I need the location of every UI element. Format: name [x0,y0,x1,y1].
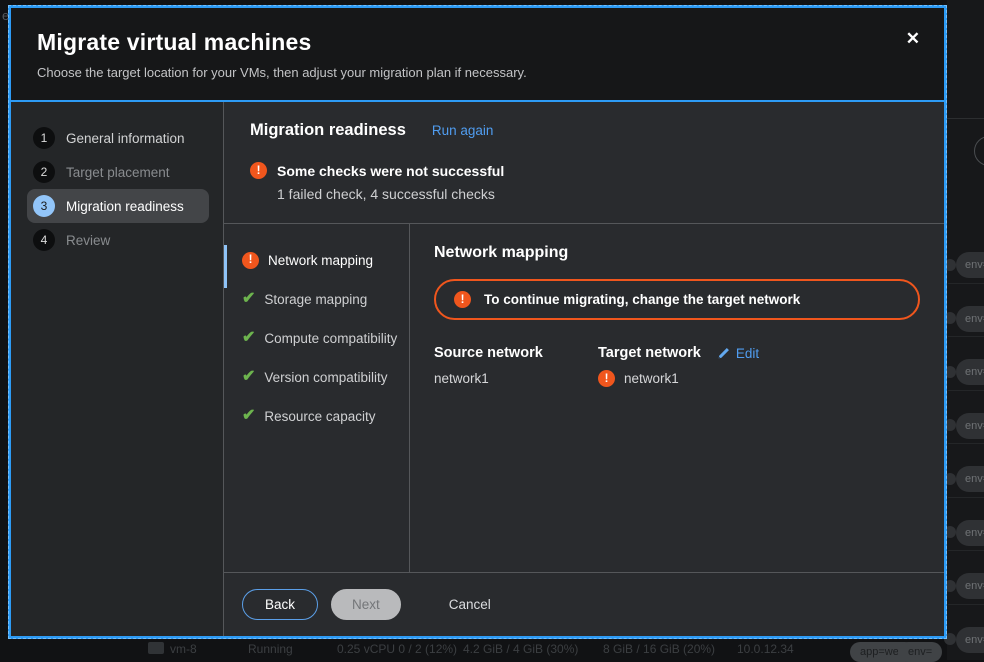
wizard-footer: Back Next Cancel [224,572,944,636]
checks-area: ! Network mapping ✔ Storage mapping ✔ Co… [224,224,944,572]
background-row-divider [948,443,984,444]
success-check-icon: ✔ [242,291,255,307]
check-detail-panel: Network mapping ! To continue migrating,… [410,224,944,572]
readiness-inline-alert: ! Some checks were not successful [250,162,918,179]
checks-list: ! Network mapping ✔ Storage mapping ✔ Co… [224,224,410,572]
status-cell: Running [248,642,293,656]
env-label-pill: env= [956,306,984,332]
migrate-vms-modal: Migrate virtual machines Choose the targ… [8,5,947,639]
check-version-compatibility[interactable]: ✔ Version compatibility [242,368,409,386]
step-label: Migration readiness [66,199,184,214]
back-button[interactable]: Back [242,589,318,620]
source-network-label: Source network [434,345,598,361]
cpu-cell: 0.25 vCPU 0 / 2 (12%) [337,642,457,656]
check-compute-compatibility[interactable]: ✔ Compute compatibility [242,329,409,347]
error-icon: ! [250,162,267,179]
error-icon: ! [242,252,259,269]
success-check-icon: ✔ [242,330,255,346]
modal-body: 1 General information 2 Target placement… [11,100,944,636]
background-row-divider [948,604,984,605]
target-network-value: network1 [624,371,679,386]
alert-text: To continue migrating, change the target… [484,292,800,307]
memory-cell: 4.2 GiB / 4 GiB (30%) [463,642,578,656]
env-label-pill: env= [956,520,984,546]
run-again-link[interactable]: Run again [432,123,494,138]
background-row-divider [948,283,984,284]
env-label-pill: env= [956,252,984,278]
vm-name-cell: vm-8 [170,642,197,656]
next-button-disabled[interactable]: Next [331,589,401,620]
network-mapping-columns: Source network network1 Target network [434,345,920,387]
success-check-icon: ✔ [242,408,255,424]
background-row-divider [948,390,984,391]
background-table-row: vm-8 Running 0.25 vCPU 0 / 2 (12%) 4.2 G… [0,638,984,660]
detail-heading: Network mapping [434,244,920,262]
pencil-icon [717,347,730,360]
check-label: Network mapping [268,253,373,268]
readiness-summary-section: Migration readiness Run again ! Some che… [224,102,944,223]
env-label-pill: env= [898,642,942,662]
error-icon: ! [454,291,471,308]
target-network-label: Target network [598,345,701,361]
env-label-pill: env= [956,573,984,599]
error-icon: ! [598,370,615,387]
selected-check-indicator [224,245,227,288]
step-number-badge: 3 [33,195,55,217]
storage-cell: 8 GiB / 16 GiB (20%) [603,642,715,656]
edit-label: Edit [736,346,759,361]
check-label: Storage mapping [264,292,367,307]
step-content: Migration readiness Run again ! Some che… [224,102,944,636]
network-mapping-alert: ! To continue migrating, change the targ… [434,279,920,320]
step-general-information[interactable]: 1 General information [27,121,209,155]
ip-cell: 10.0.12.34 [737,642,794,656]
vm-icon [148,642,164,654]
modal-header: Migrate virtual machines Choose the targ… [11,8,944,100]
step-review[interactable]: 4 Review [27,223,209,257]
background-row-divider [948,497,984,498]
cancel-button[interactable]: Cancel [449,597,491,612]
target-network-column: Target network Edit ! netwo [598,345,759,387]
background-row-divider [948,550,984,551]
step-number-badge: 2 [33,161,55,183]
edit-target-network-link[interactable]: Edit [717,346,759,361]
step-label: General information [66,131,185,146]
alert-detail: 1 failed check, 4 successful checks [277,186,918,202]
background-divider [947,118,984,119]
close-icon[interactable]: ✕ [906,30,920,47]
step-label: Review [66,233,110,248]
env-label-pill: env= [956,466,984,492]
env-label-pill: env= [956,359,984,385]
readiness-heading: Migration readiness [250,121,406,140]
check-label: Resource capacity [264,409,375,424]
step-label: Target placement [66,165,170,180]
modal-title: Migrate virtual machines [37,29,918,56]
check-network-mapping[interactable]: ! Network mapping [242,251,409,269]
step-number-badge: 1 [33,127,55,149]
step-number-badge: 4 [33,229,55,251]
source-network-column: Source network network1 [434,345,598,387]
step-migration-readiness[interactable]: 3 Migration readiness [27,189,209,223]
check-storage-mapping[interactable]: ✔ Storage mapping [242,290,409,308]
step-target-placement[interactable]: 2 Target placement [27,155,209,189]
background-row-divider [948,336,984,337]
check-resource-capacity[interactable]: ✔ Resource capacity [242,407,409,425]
check-label: Compute compatibility [264,331,397,346]
alert-title: Some checks were not successful [277,162,504,179]
check-label: Version compatibility [264,370,387,385]
modal-subtitle: Choose the target location for your VMs,… [37,65,918,80]
source-network-value: network1 [434,371,598,386]
wizard-nav: 1 General information 2 Target placement… [11,102,224,636]
env-label-pill: env= [956,413,984,439]
success-check-icon: ✔ [242,369,255,385]
